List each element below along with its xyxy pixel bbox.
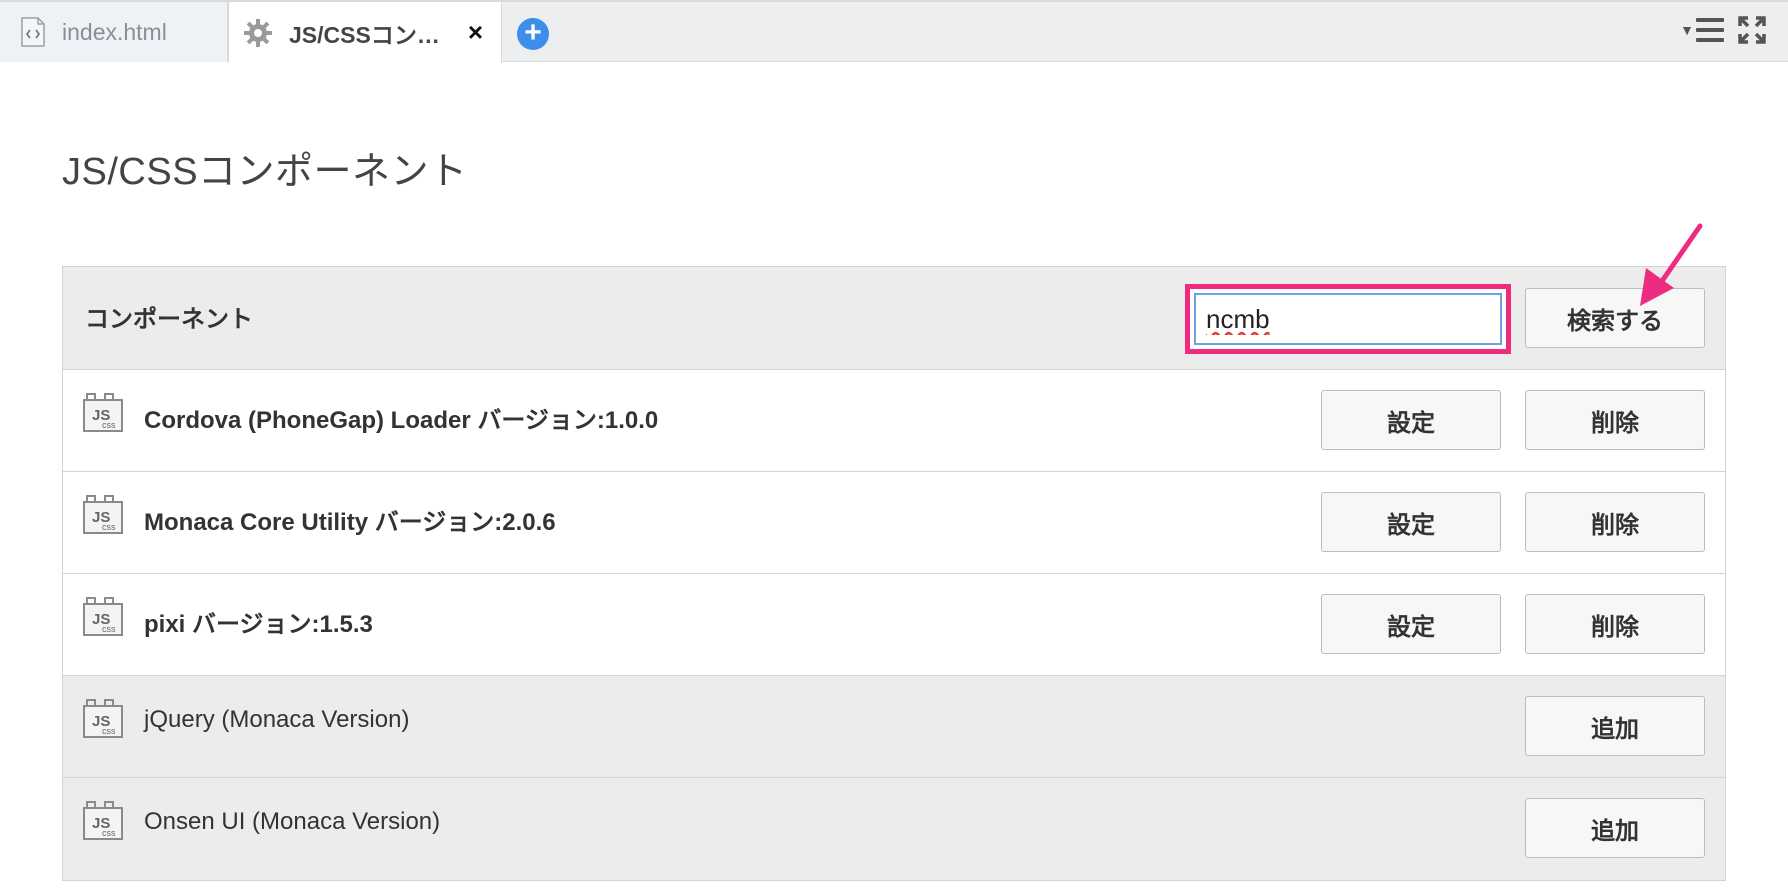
caret-down-icon: ▼: [1680, 22, 1694, 38]
js-css-icon: JS css: [83, 393, 123, 432]
add-button[interactable]: 追加: [1525, 798, 1705, 858]
tab-tools: ▼: [1680, 16, 1766, 44]
js-css-icon: JS css: [83, 495, 123, 534]
component-name: jQuery (Monaca Version): [144, 706, 410, 733]
menu-icon: [1696, 18, 1724, 42]
component-name: Monaca Core Utility バージョン:2.0.6: [144, 509, 556, 536]
js-css-icon: JS css: [83, 597, 123, 636]
html-file-icon: [21, 17, 45, 47]
delete-button[interactable]: 削除: [1525, 390, 1705, 450]
tab-index-html[interactable]: index.html: [0, 2, 228, 62]
tab-label: JS/CSSコン…: [289, 21, 440, 48]
svg-text:css: css: [102, 624, 116, 634]
component-name: pixi バージョン:1.5.3: [144, 611, 373, 638]
component-row: JS css Monaca Core Utility バージョン:2.0.6 設…: [63, 472, 1725, 574]
component-name: Cordova (PhoneGap) Loader バージョン:1.0.0: [144, 407, 659, 434]
gear-icon: [244, 18, 272, 47]
tab-label: index.html: [62, 18, 167, 45]
component-row: JS css pixi バージョン:1.5.3 設定 削除: [63, 574, 1725, 676]
settings-button[interactable]: 設定: [1321, 594, 1501, 654]
page-title: JS/CSSコンポーネント: [62, 151, 468, 193]
svg-text:css: css: [102, 828, 116, 838]
js-css-icon: JS css: [83, 699, 123, 738]
components-panel: コンポーネント 検索する JS css Cordova (PhoneGap) L…: [62, 266, 1726, 881]
delete-button[interactable]: 削除: [1525, 492, 1705, 552]
components-header-label: コンポーネント: [85, 306, 253, 333]
components-header: コンポーネント 検索する: [63, 267, 1725, 370]
tab-list-menu-button[interactable]: ▼: [1680, 18, 1724, 42]
search-highlight: [1185, 284, 1511, 354]
component-row: JS css Cordova (PhoneGap) Loader バージョン:1…: [63, 370, 1725, 472]
svg-text:css: css: [102, 522, 116, 532]
annotation-arrow-icon: [1640, 223, 1703, 306]
available-component-row: JS css jQuery (Monaca Version) 追加: [63, 676, 1725, 778]
svg-text:css: css: [102, 726, 116, 736]
svg-text:css: css: [102, 420, 116, 430]
available-component-row: JS css Onsen UI (Monaca Version) 追加: [63, 778, 1725, 880]
tab-bar: index.html JS/CSSコン… × + ▼: [0, 0, 1788, 63]
delete-button[interactable]: 削除: [1525, 594, 1705, 654]
tab-js-css-components[interactable]: JS/CSSコン… ×: [228, 2, 502, 63]
plus-icon: +: [524, 16, 542, 49]
settings-button[interactable]: 設定: [1321, 492, 1501, 552]
js-css-icon: JS css: [83, 801, 123, 840]
add-button[interactable]: 追加: [1525, 696, 1705, 756]
close-icon[interactable]: ×: [468, 19, 483, 45]
add-tab-button[interactable]: +: [517, 18, 549, 50]
expand-icon[interactable]: [1738, 16, 1766, 44]
component-name: Onsen UI (Monaca Version): [144, 808, 441, 835]
search-input[interactable]: [1194, 293, 1502, 345]
settings-button[interactable]: 設定: [1321, 390, 1501, 450]
